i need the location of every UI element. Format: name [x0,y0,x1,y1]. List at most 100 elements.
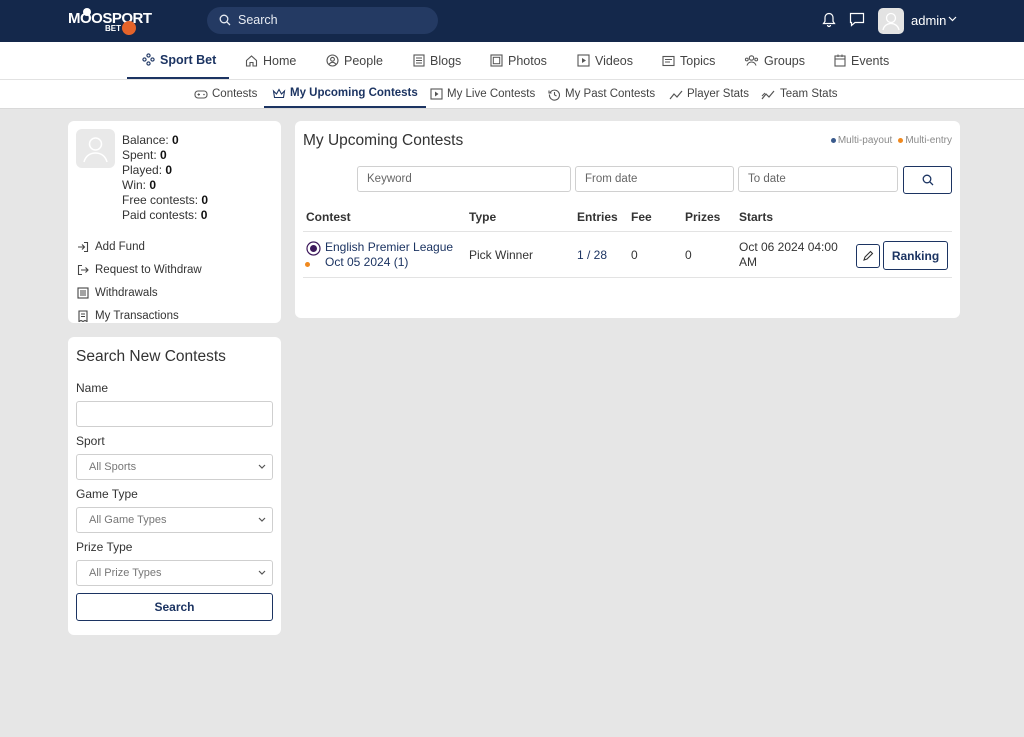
add-fund-link[interactable]: Add Fund [77,235,202,258]
play-icon [430,88,443,100]
nav-people[interactable]: People [326,42,383,79]
table-divider [303,231,952,232]
table-divider [303,277,952,278]
account-actions: Add Fund Request to Withdraw Withdrawals… [77,235,202,327]
legend-label: Multi-entry [905,135,952,146]
column-header-starts: Starts [739,210,774,224]
played-label: Played: [122,163,163,178]
subnav-my-live-contests[interactable]: My Live Contests [430,80,535,108]
nav-topics[interactable]: Topics [662,42,715,79]
keyword-input[interactable]: Keyword [357,166,571,192]
contest-league-link[interactable]: English Premier League [325,240,453,254]
search-contests-card: Search New Contests Name Sport All Sport… [68,337,281,635]
site-logo[interactable]: MOOSPORT BET [68,6,152,36]
nav-home[interactable]: Home [245,42,296,79]
avatar [76,129,115,168]
nav-groups[interactable]: Groups [744,42,805,79]
search-button[interactable]: Search [76,593,273,621]
top-header: MOOSPORT BET Search admin [0,0,1024,42]
add-fund-label: Add Fund [95,240,145,253]
search-icon [219,14,231,26]
request-withdraw-link[interactable]: Request to Withdraw [77,258,202,281]
from-date-input[interactable]: From date [575,166,734,192]
win-label: Win: [122,178,146,193]
to-date-placeholder: To date [748,173,786,185]
prize-type-select[interactable]: All Prize Types [76,560,273,586]
win-value: 0 [149,178,157,193]
nav-photos[interactable]: Photos [490,42,547,79]
edit-button[interactable] [856,244,880,268]
win-row: Win: 0 [122,178,208,193]
user-name[interactable]: admin [911,13,946,28]
subnav-my-past-contests[interactable]: My Past Contests [548,80,655,108]
nav-label: People [344,53,383,68]
column-header-fee: Fee [631,210,652,224]
filter-search-button[interactable] [903,166,952,194]
topics-icon [662,55,675,66]
nav-events[interactable]: Events [834,42,889,79]
withdrawals-link[interactable]: Withdrawals [77,281,202,304]
played-value: 0 [165,163,173,178]
nav-label: Events [851,53,890,68]
my-transactions-link[interactable]: My Transactions [77,304,202,327]
chevron-down-icon [258,517,266,522]
subnav-label: My Past Contests [565,88,656,100]
chevron-down-icon[interactable] [948,16,957,22]
legend-label: Multi-payout [837,135,893,146]
played-row: Played: 0 [122,163,208,178]
balance-card: Balance: 0 Spent: 0 Played: 0 Win: 0 Fre… [68,121,281,323]
name-input[interactable] [76,401,273,427]
videos-icon [577,54,590,67]
search-input[interactable]: Search [207,7,438,34]
blogs-icon [413,54,425,67]
chat-icon[interactable] [849,12,865,27]
main-nav: Sport Bet Home People Blogs Photos Video… [0,42,1024,80]
nav-blogs[interactable]: Blogs [413,42,461,79]
withdrawals-label: Withdrawals [95,286,158,299]
balance-value: 0 [172,133,179,147]
column-header-entries: Entries [577,210,618,224]
contest-date-link[interactable]: Oct 05 2024 (1) [325,255,408,269]
groups-icon [744,55,759,66]
to-date-input[interactable]: To date [738,166,898,192]
receipt-icon [78,309,88,322]
game-type-select[interactable]: All Game Types [76,507,273,533]
sport-select[interactable]: All Sports [76,454,273,480]
trend-icon [761,90,775,99]
user-avatar[interactable] [878,8,904,34]
balance-label: Balance: [122,133,169,147]
bell-icon[interactable] [822,12,836,28]
keyword-placeholder: Keyword [367,173,412,185]
legend-multi-payout: Multi-payout [830,135,893,146]
ranking-button[interactable]: Ranking [883,241,948,270]
paid-contests-row: Paid contests: 0 [122,208,208,223]
spent-label: Spent: [122,148,157,163]
gamepad-icon [194,89,208,99]
nav-label: Blogs [430,53,462,68]
chevron-down-icon [258,464,266,469]
multi-entry-dot-icon [305,262,310,267]
contest-legend: Multi-payout Multi-entry [830,135,952,146]
prize-type-label: Prize Type [76,540,133,554]
subnav-label: Team Stats [780,88,838,100]
balance-summary: Balance: 0 Spent: 0 Played: 0 Win: 0 Fre… [122,133,208,224]
nav-sport-bet[interactable]: Sport Bet [127,42,229,79]
photos-icon [490,54,503,67]
multi-payout-dot-icon [830,137,836,143]
nav-label: Home [263,53,297,68]
subnav-team-stats[interactable]: Team Stats [761,80,838,108]
subnav-contests[interactable]: Contests [194,80,257,108]
free-contests-row: Free contests: 0 [122,193,208,208]
subnav-player-stats[interactable]: Player Stats [669,80,749,108]
subnav-my-upcoming-contests[interactable]: My Upcoming Contests [264,80,426,108]
request-withdraw-label: Request to Withdraw [95,263,202,276]
prize-type-select-value: All Prize Types [89,567,162,579]
contest-entries[interactable]: 1 / 28 [577,248,607,262]
crown-icon [272,87,286,98]
home-icon [245,55,258,67]
events-icon [834,54,846,67]
nav-label: Photos [508,53,547,68]
column-header-type: Type [469,210,497,224]
sign-in-icon [78,241,89,252]
nav-videos[interactable]: Videos [577,42,633,79]
